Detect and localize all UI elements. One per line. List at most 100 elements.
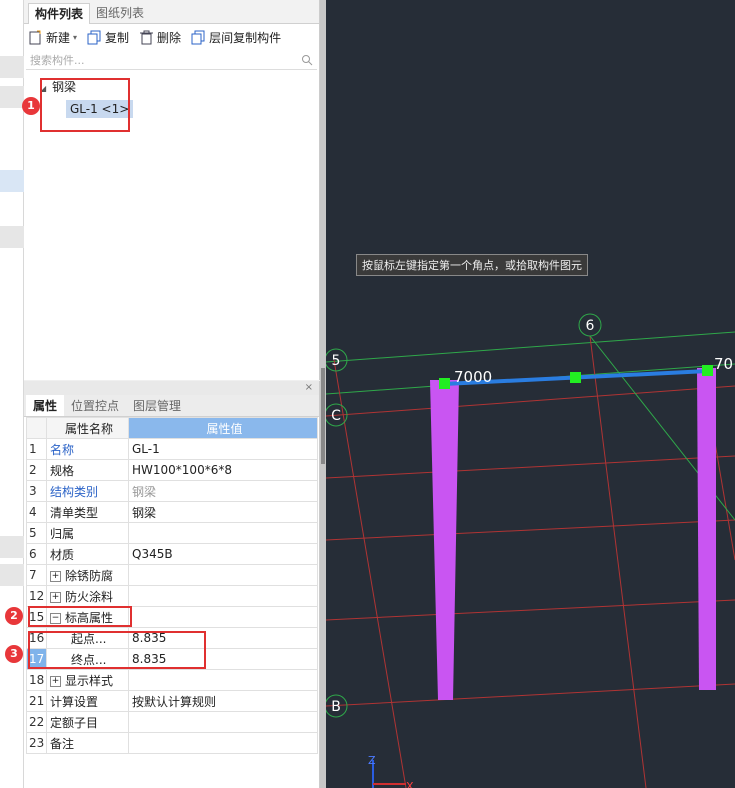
table-row[interactable]: 6 材质 Q345B <box>26 543 318 565</box>
table-row[interactable]: 4 清单类型 钢梁 <box>26 501 318 523</box>
row-name-label: 防火涂料 <box>65 589 114 604</box>
search-icon[interactable] <box>301 54 313 66</box>
search-placeholder: 搜索构件... <box>30 53 85 67</box>
row-index: 22 <box>26 711 47 733</box>
row-name: 定额子目 <box>46 711 129 733</box>
delete-button[interactable]: 删除 <box>139 29 181 46</box>
row-value[interactable]: 钢梁 <box>128 501 318 523</box>
new-button[interactable]: 新建 ▾ <box>28 29 77 46</box>
row-value[interactable]: GL-1 <box>128 438 318 460</box>
copy-label: 复制 <box>105 30 130 45</box>
table-row[interactable]: 3 结构类别 钢梁 <box>26 480 318 502</box>
snap-point-end[interactable] <box>702 365 713 376</box>
row-value[interactable] <box>128 711 318 733</box>
snap-point-start[interactable] <box>439 378 450 389</box>
table-row[interactable]: 21 计算设置 按默认计算规则 <box>26 690 318 712</box>
coord-label-z: Z <box>368 754 376 767</box>
row-value[interactable]: 钢梁 <box>128 480 318 502</box>
expand-icon[interactable]: + <box>50 591 61 603</box>
row-name-label: 显示样式 <box>65 673 114 688</box>
table-row[interactable]: 22 定额子目 <box>26 711 318 733</box>
axis-label-6: 6 <box>586 318 595 334</box>
row-name: 归属 <box>46 522 129 544</box>
row-value[interactable] <box>128 564 318 586</box>
table-row[interactable]: 7 + 除锈防腐 <box>26 564 318 586</box>
axis-line-c <box>326 385 735 417</box>
dimension-label-right: 70 <box>714 355 733 373</box>
highlight-box-3 <box>28 631 206 669</box>
row-value[interactable]: HW100*100*6*8 <box>128 459 318 481</box>
axis-label-5: 5 <box>332 353 341 369</box>
tab-layer-management[interactable]: 图层管理 <box>126 395 188 416</box>
row-name: 材质 <box>46 543 129 565</box>
steel-column-left[interactable] <box>430 380 459 700</box>
floor-copy-label: 层间复制构件 <box>209 30 282 45</box>
snap-point-mid[interactable] <box>570 372 581 383</box>
row-value[interactable] <box>128 669 318 691</box>
canvas-drawing: 5 6 C B 7000 70 Z X <box>326 313 735 788</box>
left-edge-strip <box>0 0 24 788</box>
row-name-expandable[interactable]: + 除锈防腐 <box>46 564 129 586</box>
coord-label-x: X <box>406 780 414 788</box>
axis-line-5 <box>326 331 735 363</box>
table-row[interactable]: 12 + 防火涂料 <box>26 585 318 607</box>
new-label: 新建 <box>46 30 71 45</box>
axis-label-c: C <box>331 408 341 424</box>
row-value[interactable] <box>128 585 318 607</box>
row-name: 结构类别 <box>46 480 129 502</box>
property-tabs: 属性 位置控点 图层管理 <box>24 395 319 417</box>
table-row[interactable]: 23 备注 <box>26 732 318 754</box>
row-value[interactable] <box>128 732 318 754</box>
row-name: 计算设置 <box>46 690 129 712</box>
row-name-expandable[interactable]: + 显示样式 <box>46 669 129 691</box>
close-icon[interactable]: × <box>305 382 313 393</box>
dimension-label-left: 7000 <box>454 368 492 386</box>
tab-component-list[interactable]: 构件列表 <box>28 3 91 24</box>
tab-position-control[interactable]: 位置控点 <box>64 395 126 416</box>
component-toolbar: 新建 ▾ 复制 删除 层间复制构件 <box>24 24 319 50</box>
row-index: 1 <box>26 438 47 460</box>
row-index: 23 <box>26 732 47 754</box>
drawing-canvas[interactable]: 5 6 C B 7000 70 Z X 按鼠标左键指定第一个角点，或拾取构件图元 <box>326 0 735 788</box>
table-row[interactable]: 18 + 显示样式 <box>26 669 318 691</box>
row-index: 6 <box>26 543 47 565</box>
row-value[interactable]: Q345B <box>128 543 318 565</box>
row-value[interactable]: 按默认计算规则 <box>128 690 318 712</box>
dropdown-icon[interactable]: ▾ <box>73 33 77 42</box>
axis-label-b: B <box>331 699 341 715</box>
expand-icon[interactable]: + <box>50 675 61 687</box>
copy-button[interactable]: 复制 <box>87 29 129 46</box>
axis-line-b <box>326 683 735 707</box>
row-name: 名称 <box>46 438 129 460</box>
floor-copy-button[interactable]: 层间复制构件 <box>191 29 281 46</box>
row-name: 规格 <box>46 459 129 481</box>
row-name-expandable[interactable]: + 防火涂料 <box>46 585 129 607</box>
row-value[interactable] <box>128 606 318 628</box>
expand-icon[interactable]: + <box>50 570 61 582</box>
row-index: 2 <box>26 459 47 481</box>
tab-drawing-list[interactable]: 图纸列表 <box>90 3 150 24</box>
strip-band <box>0 170 24 192</box>
axis-line-6 <box>589 335 647 788</box>
copy-icon <box>87 30 101 44</box>
annotation-badge-1: 1 <box>22 97 40 115</box>
table-row[interactable]: 1 名称 GL-1 <box>26 438 318 460</box>
grid-line <box>326 519 735 541</box>
highlight-box-2 <box>28 606 132 627</box>
delete-label: 删除 <box>157 30 182 45</box>
table-row[interactable]: 2 规格 HW100*100*6*8 <box>26 459 318 481</box>
row-index: 3 <box>26 480 47 502</box>
tab-properties[interactable]: 属性 <box>26 395 65 416</box>
row-value[interactable] <box>128 522 318 544</box>
splitter-grip[interactable] <box>321 368 325 464</box>
highlight-box-1 <box>40 78 130 132</box>
canvas-tooltip: 按鼠标左键指定第一个角点，或拾取构件图元 <box>356 254 588 276</box>
strip-band <box>0 536 24 558</box>
table-row[interactable]: 5 归属 <box>26 522 318 544</box>
grid-line <box>333 359 407 788</box>
row-name: 清单类型 <box>46 501 129 523</box>
property-table-header: 属性名称 属性值 <box>26 417 318 439</box>
search-input[interactable]: 搜索构件... <box>26 50 317 70</box>
row-name: 备注 <box>46 732 129 754</box>
steel-column-right[interactable] <box>697 368 716 690</box>
